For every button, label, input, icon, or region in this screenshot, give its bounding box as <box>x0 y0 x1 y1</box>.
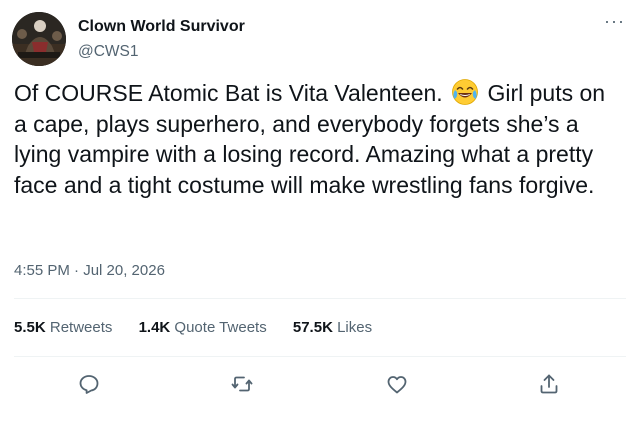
likes-count: 57.5K <box>292 319 333 336</box>
retweets-count: 5.5K <box>14 319 46 336</box>
avatar-image <box>12 12 66 66</box>
handle[interactable]: @CWS1 <box>78 42 245 62</box>
like-icon <box>387 376 407 394</box>
face-with-tears-of-joy-icon <box>451 78 479 106</box>
quote-tweets-stat[interactable]: 1.4K Quote Tweets <box>139 319 267 336</box>
avatar[interactable] <box>12 12 66 66</box>
tweet-stats: 5.5K Retweets 1.4K Quote Tweets 57.5K Li… <box>14 319 394 336</box>
timestamp[interactable]: 4:55 PM · Jul 20, 2026 <box>14 262 165 279</box>
quote-tweets-label: Quote Tweets <box>174 319 267 336</box>
divider-top <box>14 298 626 299</box>
likes-label: Likes <box>337 319 373 336</box>
quote-tweets-count: 1.4K <box>138 319 171 336</box>
share-button[interactable] <box>531 366 567 402</box>
retweets-label: Retweets <box>49 319 113 336</box>
display-name[interactable]: Clown World Survivor <box>78 17 245 37</box>
like-button[interactable] <box>379 366 415 402</box>
action-bar <box>0 366 640 402</box>
author-info: Clown World Survivor @CWS1 <box>78 17 245 62</box>
divider-bottom <box>14 356 626 357</box>
tweet-text: Of COURSE Atomic Bat is Vita Valenteen. … <box>14 78 614 200</box>
tweet-card: Clown World Survivor @CWS1 ··· Of COURSE… <box>0 0 640 422</box>
reply-icon <box>79 375 99 394</box>
retweet-icon <box>231 376 253 392</box>
retweets-stat[interactable]: 5.5K Retweets <box>14 319 112 336</box>
likes-stat[interactable]: 57.5K Likes <box>293 319 372 336</box>
retweet-button[interactable] <box>224 366 260 402</box>
reply-button[interactable] <box>71 366 107 402</box>
tweet-text-part-1: Of COURSE Atomic Bat is Vita Valenteen. <box>14 80 443 106</box>
share-icon <box>540 374 558 394</box>
more-options-button[interactable]: ··· <box>604 12 630 34</box>
